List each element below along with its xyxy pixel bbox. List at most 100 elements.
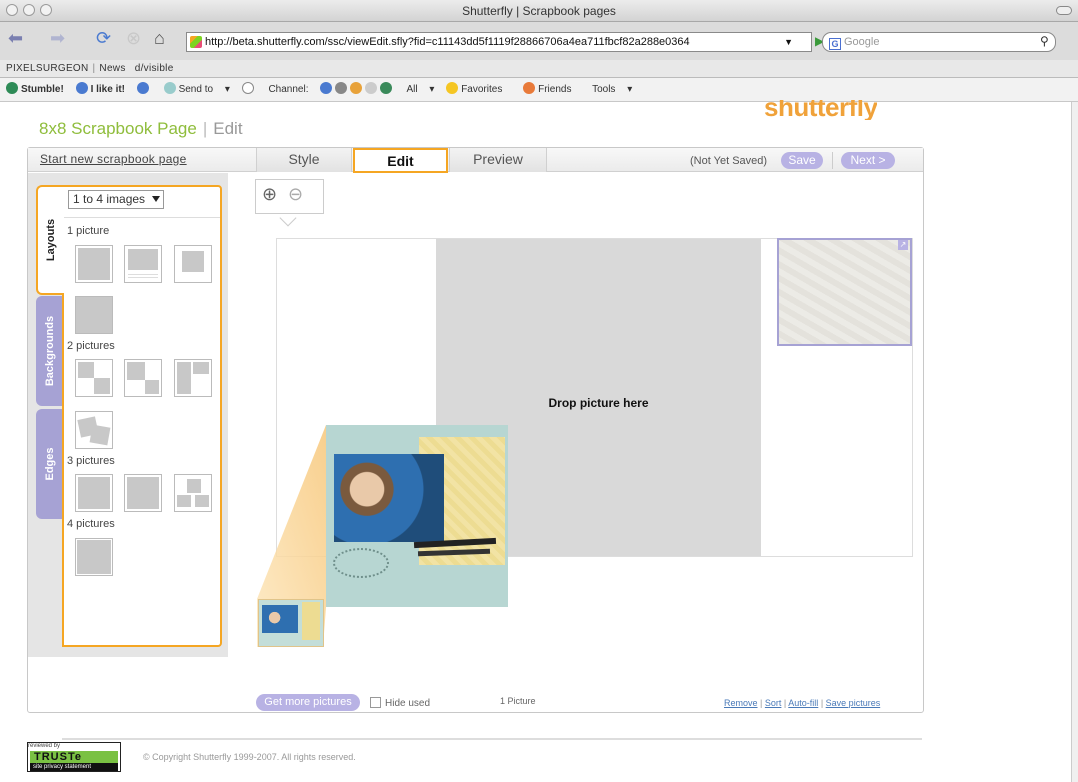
layout-option[interactable] [75, 245, 113, 283]
search-placeholder: Google [844, 36, 880, 48]
tab-backgrounds[interactable]: Backgrounds [36, 296, 64, 406]
comment-button[interactable] [241, 82, 257, 95]
layout-option[interactable] [174, 474, 212, 512]
autofill-link[interactable]: Auto-fill [788, 698, 818, 708]
tab-layouts-label: Layouts [45, 218, 57, 262]
thumbs-up-icon [75, 82, 88, 94]
layout-option[interactable] [124, 474, 162, 512]
page-title-text: 8x8 Scrapbook Page [39, 119, 197, 138]
sendto-button[interactable]: Send to ▾ [163, 82, 230, 95]
ilike-button[interactable]: I like it! [75, 82, 125, 95]
divider [64, 217, 220, 218]
truste-caption: reviewed by [28, 743, 61, 749]
header-divider [832, 152, 833, 169]
truste-subcaption: site privacy statement [30, 763, 118, 771]
stumbleupon-logo-icon [6, 82, 18, 94]
thumbs-down-icon [136, 82, 149, 94]
tab-preview[interactable]: Preview [449, 148, 547, 172]
layout-option[interactable] [174, 359, 212, 397]
reload-icon[interactable]: ⟳ [96, 28, 111, 49]
layout-option[interactable] [75, 359, 113, 397]
favorites-button[interactable]: Favorites [446, 82, 511, 95]
globe-icon [320, 82, 333, 94]
tab-style[interactable]: Style [256, 148, 352, 172]
next-button[interactable]: Next > [841, 152, 895, 169]
all-dropdown[interactable]: All ▾ [406, 84, 434, 95]
tag-icon [365, 82, 378, 94]
bookmarks-bar: PIXELSURGEON | News d/visible [0, 60, 1078, 78]
layout-option[interactable] [174, 245, 212, 283]
tools-dropdown[interactable]: Tools ▾ [592, 84, 632, 95]
group-label-3-pictures: 3 pictures [67, 455, 115, 467]
tab-backgrounds-label: Backgrounds [44, 315, 56, 387]
layout-option[interactable] [75, 296, 113, 334]
footer-divider [62, 738, 922, 740]
layout-option[interactable] [124, 245, 162, 283]
friends-button[interactable]: Friends [523, 82, 580, 95]
layout-option[interactable] [75, 538, 113, 576]
channel-label: Channel: [268, 84, 309, 95]
url-dropdown-icon[interactable]: ▼ [784, 33, 793, 51]
vertical-scrollbar[interactable] [1071, 102, 1078, 782]
expand-icon[interactable]: ↗ [898, 240, 908, 250]
people-icon [350, 82, 363, 94]
window-titlebar: Shutterfly | Scrapbook pages [0, 0, 1078, 22]
picture-count: 1 Picture [500, 696, 536, 706]
sort-link[interactable]: Sort [765, 698, 782, 708]
save-button[interactable]: Save [781, 152, 823, 169]
browser-toolbar: ⬅ ➡ ⟳ ⊗ ⌂ http://beta.shutterfly.com/ssc… [0, 22, 1078, 60]
channel-icons[interactable] [320, 82, 395, 95]
stumble-button[interactable]: Stumble! [6, 82, 64, 95]
friends-icon [523, 82, 536, 94]
thumbnail-paper [302, 602, 320, 640]
save-status: (Not Yet Saved) [690, 155, 768, 167]
zoom-out-icon[interactable]: ⊖ [288, 184, 303, 205]
url-text: http://beta.shutterfly.com/ssc/viewEdit.… [205, 36, 690, 48]
forward-arrow-icon[interactable]: ➡ [50, 28, 65, 49]
preview-photo [334, 454, 444, 542]
image-count-value: 1 to 4 images [73, 192, 146, 206]
speech-bubble-icon [241, 82, 254, 94]
thumbs-down-button[interactable] [136, 82, 152, 95]
layout-option[interactable] [75, 411, 113, 449]
search-field[interactable]: G Google [822, 32, 1056, 52]
toolbar-toggle-icon[interactable] [1056, 6, 1072, 15]
tab-edit[interactable]: Edit [353, 148, 448, 173]
stop-icon[interactable]: ⊗ [126, 28, 141, 49]
shutterfly-logo[interactable]: shutterfly [764, 100, 877, 120]
home-icon[interactable]: ⌂ [154, 28, 165, 49]
layout-option[interactable] [124, 359, 162, 397]
search-icon[interactable]: ⚲ [1040, 34, 1049, 48]
layout-option[interactable] [75, 474, 113, 512]
page-mode-label: Edit [213, 119, 243, 138]
remove-link[interactable]: Remove [724, 698, 758, 708]
bookmark-pixelsurgeon[interactable]: PIXELSURGEON [6, 63, 89, 74]
bookmark-news[interactable]: News [99, 63, 125, 74]
group-label-4-pictures: 4 pictures [67, 518, 115, 530]
photo-icon [380, 82, 393, 94]
tray-links: Remove | Sort | Auto-fill | Save picture… [724, 698, 881, 708]
save-pictures-link[interactable]: Save pictures [826, 698, 881, 708]
background-preview[interactable] [777, 238, 912, 346]
start-new-link[interactable]: Start new scrapbook page [40, 152, 187, 166]
window-title: Shutterfly | Scrapbook pages [462, 4, 616, 18]
get-more-pictures-button[interactable]: Get more pictures [256, 694, 360, 711]
send-icon [163, 82, 176, 94]
site-favicon-icon [190, 36, 202, 48]
group-label-2-pictures: 2 pictures [67, 340, 115, 352]
google-engine-icon[interactable]: G [829, 38, 841, 50]
tab-layouts[interactable]: Layouts [36, 185, 64, 295]
back-arrow-icon[interactable]: ⬅ [8, 28, 23, 49]
url-field[interactable]: http://beta.shutterfly.com/ssc/viewEdit.… [186, 32, 812, 52]
bookmark-dvisible[interactable]: d/visible [135, 63, 174, 74]
star-icon [446, 82, 459, 94]
truste-logo: TRUSTe [30, 751, 118, 763]
film-icon [335, 82, 348, 94]
hide-used-checkbox[interactable] [370, 697, 381, 708]
tab-edges[interactable]: Edges [36, 409, 64, 519]
zoom-in-icon[interactable]: ⊕ [262, 184, 277, 205]
image-count-select[interactable]: 1 to 4 images [68, 190, 164, 209]
title-separator: | [202, 119, 208, 138]
page-title: 8x8 Scrapbook Page | Edit [39, 119, 243, 139]
copyright-text: © Copyright Shutterfly 1999-2007. All ri… [143, 752, 356, 762]
